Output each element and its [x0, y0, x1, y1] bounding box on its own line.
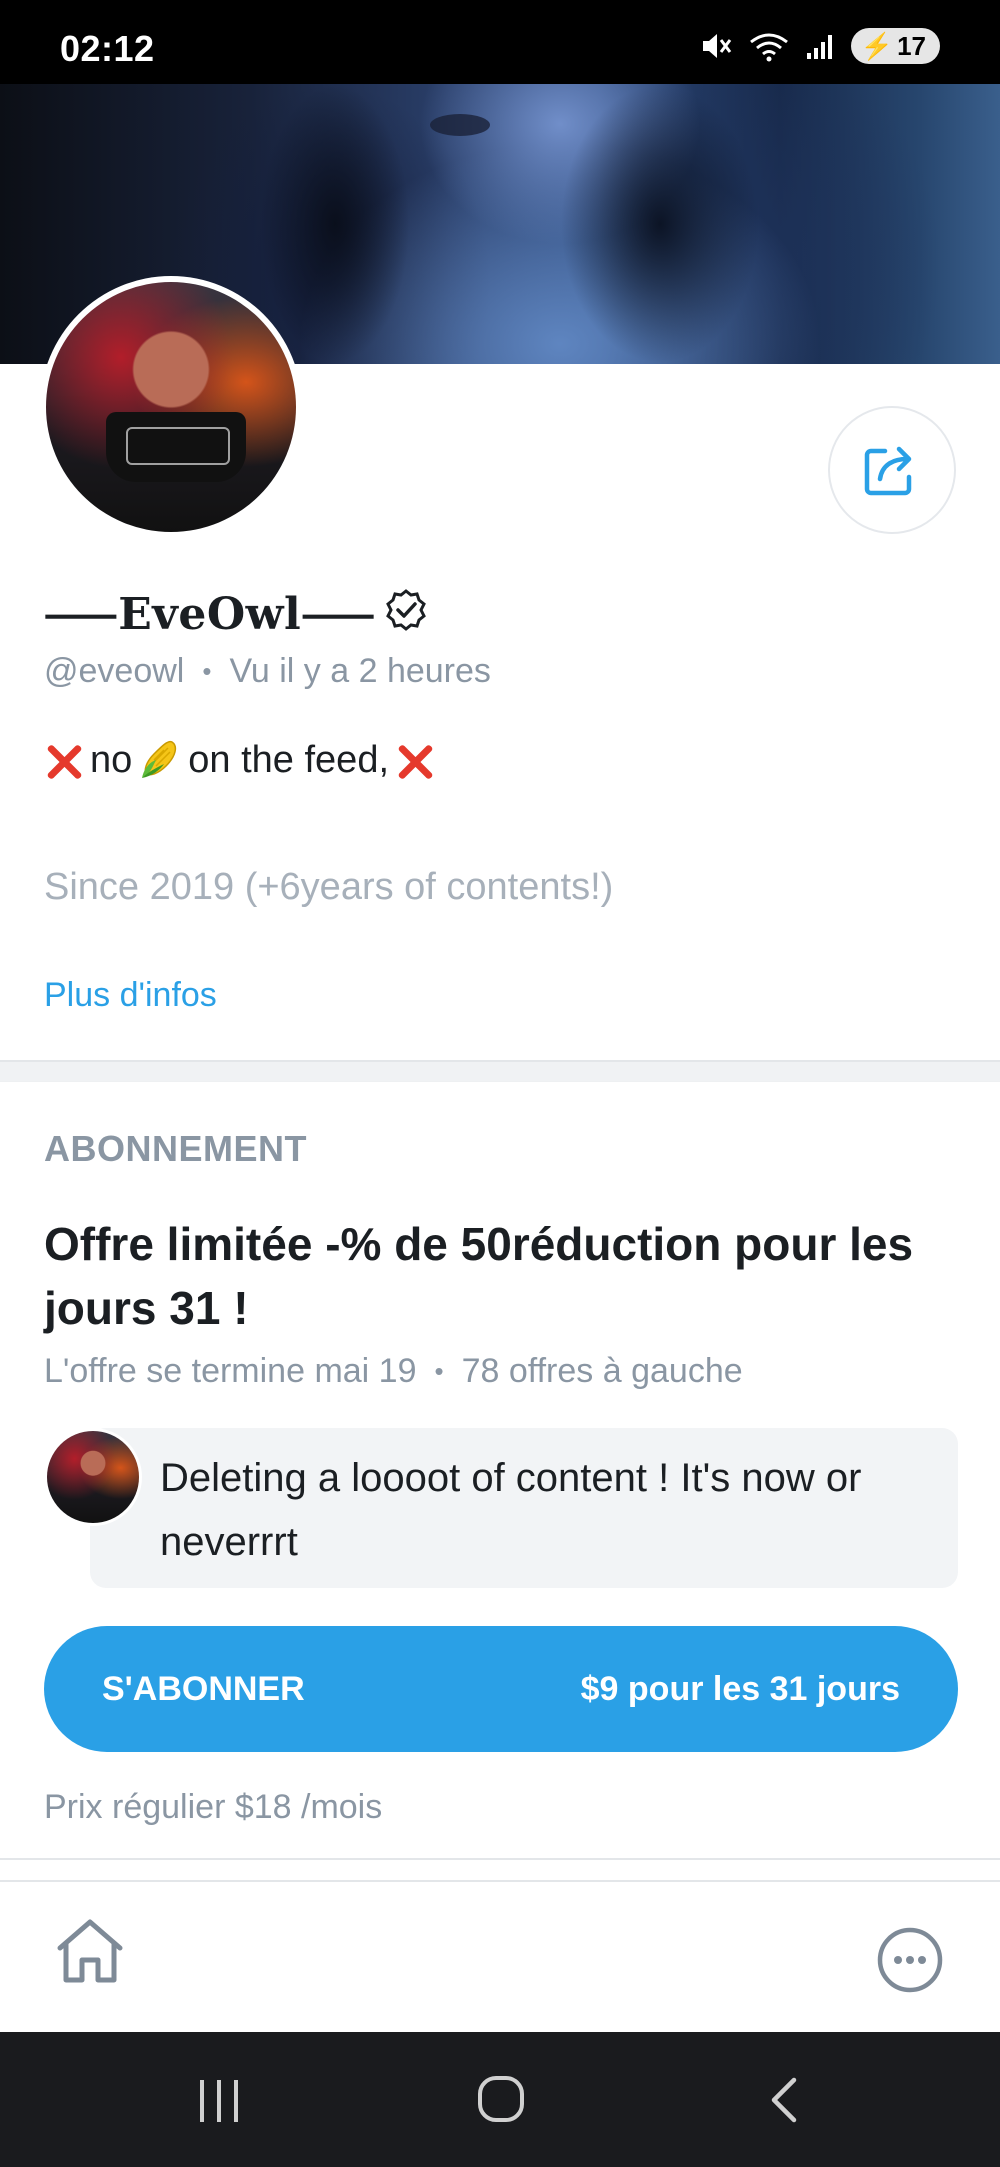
subscribe-button[interactable]: S'ABONNER $9 pour les 31 jours — [44, 1626, 958, 1752]
cross-mark-icon — [395, 740, 435, 780]
status-bar: 02:12 ⚡ 17 — [0, 0, 1000, 84]
message-avatar — [44, 1428, 142, 1526]
message-bubble: Deleting a loooot of content ! It's now … — [90, 1428, 958, 1588]
offer-end-date: L'offre se termine mai 19 — [44, 1352, 417, 1390]
bio-line-2: Since 2019 (+6years of contents!) — [44, 866, 614, 908]
mute-icon — [702, 34, 731, 58]
status-icons: ⚡ 17 — [699, 28, 940, 64]
signal-icon — [806, 35, 832, 59]
offers-left: 78 offres à gauche — [461, 1352, 743, 1390]
handle-row: @eveowl • Vu il y a 2 heures — [44, 652, 491, 691]
subscribe-label: S'ABONNER — [102, 1669, 305, 1708]
share-icon — [864, 446, 912, 496]
offer-meta: L'offre se termine mai 19 • 78 offres à … — [44, 1352, 743, 1391]
separator-dot: • — [202, 656, 212, 686]
name-row: ⸺EveOwl⸺ — [44, 578, 428, 642]
subscribe-price: $9 pour les 31 jours — [580, 1669, 900, 1708]
home-icon[interactable] — [52, 1916, 128, 1988]
subscription-heading: ABONNEMENT — [44, 1128, 307, 1169]
creator-message: Deleting a loooot of content ! It's now … — [44, 1428, 958, 1588]
charging-bolt-icon: ⚡ — [860, 30, 894, 61]
battery-icon: ⚡ 17 — [850, 28, 940, 64]
last-seen: Vu il y a 2 heures — [229, 652, 491, 690]
section-divider — [0, 1858, 1000, 1882]
display-name: ⸺EveOwl⸺ — [44, 589, 376, 640]
bio-line-1: no on the feed, — [44, 738, 435, 782]
profile-avatar[interactable] — [40, 276, 302, 538]
back-icon[interactable] — [766, 2076, 802, 2124]
separator-dot: • — [434, 1356, 444, 1386]
corn-icon — [142, 740, 177, 778]
offer-title: Offre limitée -% de 50réduction pour les… — [44, 1218, 914, 1334]
android-home-icon[interactable] — [476, 2074, 526, 2124]
bio-text-b: on the feed, — [188, 738, 390, 781]
bottom-nav — [0, 1882, 1000, 2032]
cross-mark-icon — [44, 740, 84, 780]
wifi-icon — [749, 33, 788, 62]
username-handle: @eveowl — [44, 652, 185, 690]
bio-text-a: no — [90, 738, 133, 781]
system-nav-bar — [0, 2032, 1000, 2167]
section-divider — [0, 1060, 1000, 1082]
recent-apps-icon[interactable] — [196, 2078, 242, 2124]
more-info-link[interactable]: Plus d'infos — [44, 976, 217, 1015]
verified-icon — [385, 589, 426, 631]
more-icon[interactable] — [876, 1926, 944, 1994]
status-time: 02:12 — [60, 28, 155, 69]
battery-level: 17 — [897, 30, 926, 61]
share-button[interactable] — [828, 406, 956, 534]
regular-price: Prix régulier $18 /mois — [44, 1788, 383, 1826]
